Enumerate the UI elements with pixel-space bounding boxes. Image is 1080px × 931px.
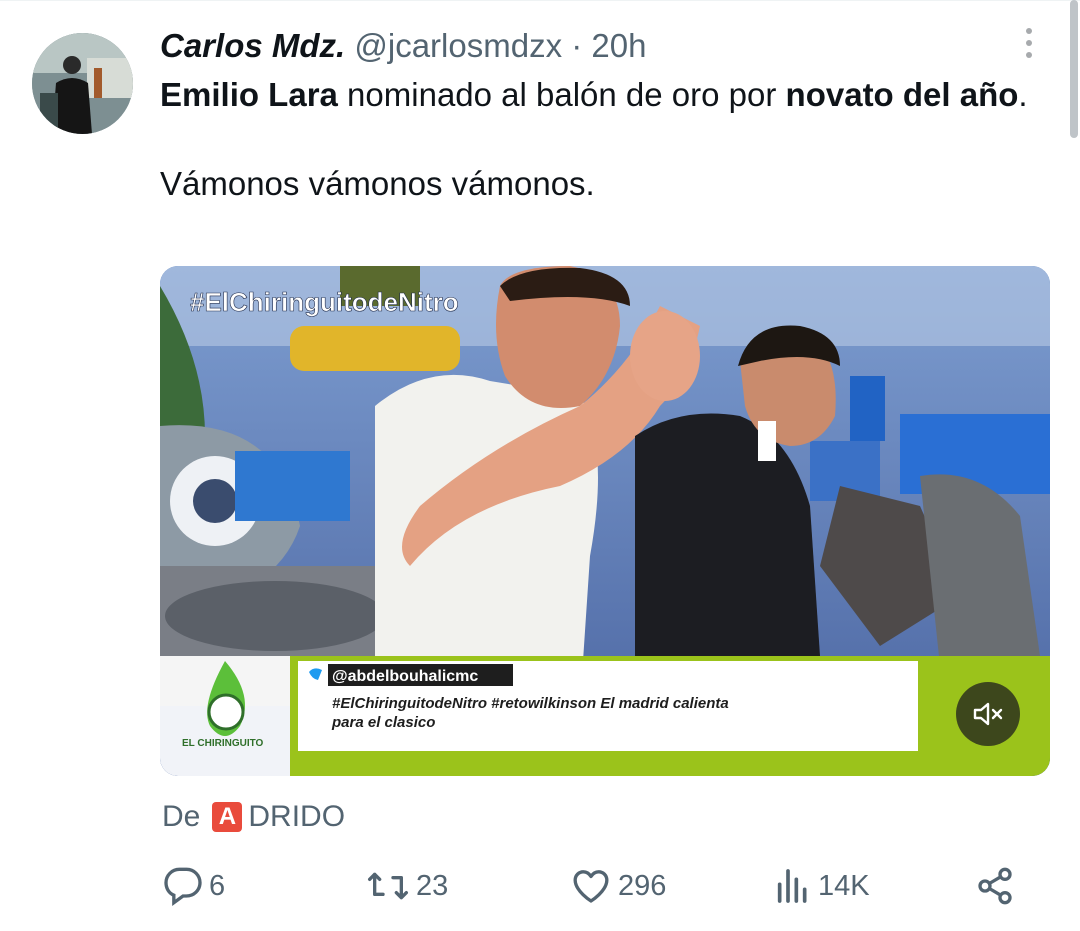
bold-award: novato del año [785, 76, 1019, 113]
plain-text: nominado al balón de oro por [337, 76, 786, 113]
page-scrollbar[interactable] [1070, 0, 1078, 138]
reply-icon [164, 867, 202, 906]
views-button[interactable]: 14K [774, 866, 870, 906]
reply-button[interactable]: 6 [163, 866, 225, 906]
share-icon [978, 867, 1012, 905]
retweet-button[interactable]: 23 [366, 866, 448, 906]
like-count: 296 [618, 869, 667, 902]
ticker-line-1: #ElChiringuitodeNitro #retowilkinson El … [332, 695, 729, 712]
avatar[interactable] [32, 33, 133, 134]
views-chart-icon [777, 869, 807, 903]
top-divider [0, 0, 1080, 1]
more-options-icon[interactable] [1018, 28, 1040, 64]
display-name[interactable]: Carlos Mdz. [160, 27, 345, 64]
action-bar: 6 23 296 14K [0, 866, 1080, 914]
bold-name: Emilio Lara [160, 76, 338, 113]
source-prefix: De [162, 800, 201, 833]
source-attribution[interactable]: De A DRIDO [162, 800, 345, 834]
separator-dot: · [571, 27, 583, 64]
source-name: DRIDO [248, 800, 346, 833]
retweet-count: 23 [416, 869, 449, 902]
timestamp[interactable]: 20h [591, 27, 646, 64]
overlay-hashtag: #ElChiringuitodeNitro [190, 287, 459, 317]
user-handle[interactable]: @jcarlosmdzx [354, 27, 562, 64]
video-player[interactable]: #ElChiringuitodeNitro EL CHIRINGUITO @ab… [160, 266, 1050, 776]
tweet-header: Carlos Mdz. @jcarlosmdzx · 20h [160, 26, 646, 66]
retweet-icon [367, 872, 408, 900]
tweet-text-line-2: Vámonos vámonos vámonos. [160, 165, 595, 202]
ticker-user: @abdelbouhalicmc [332, 668, 478, 685]
reply-count: 6 [209, 869, 226, 902]
like-button[interactable]: 296 [570, 866, 666, 906]
period: . [1018, 76, 1028, 113]
mute-toggle-button[interactable] [956, 682, 1020, 746]
tweet-text-line-1: Emilio Lara nominado al balón de oro por… [160, 73, 1040, 117]
share-button[interactable] [975, 866, 1015, 906]
channel-logo-caption: EL CHIRINGUITO [182, 738, 264, 749]
ticker-line-2: para el clasico [331, 714, 435, 731]
heart-icon [573, 870, 609, 903]
views-count: 14K [818, 869, 870, 902]
tweet-text: Emilio Lara nominado al balón de oro por… [160, 73, 1040, 206]
speaker-muted-icon [973, 702, 1003, 726]
source-badge-icon: A [212, 802, 243, 832]
